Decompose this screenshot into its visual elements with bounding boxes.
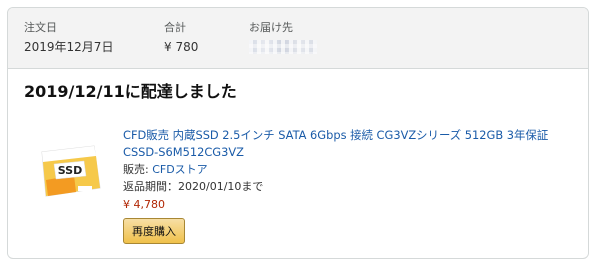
return-period: 返品期間：2020/01/10まで: [123, 180, 264, 193]
ssd-badge-text: SSD: [58, 164, 82, 177]
order-date-section: 注文日 2019年12月7日: [24, 21, 113, 56]
seller-link[interactable]: CFDストア: [152, 163, 207, 176]
seller-label: 販売:: [123, 163, 153, 176]
delivery-status-heading: 2019/12/11に配達しました: [24, 82, 237, 101]
order-total-label: 合計: [164, 21, 186, 34]
order-total-value: ¥ 780: [164, 40, 199, 54]
order-date-value: 2019年12月7日: [24, 40, 114, 54]
order-total-section: 合計 ¥ 780: [164, 21, 198, 56]
ship-to-section: お届け先: [249, 21, 317, 54]
ship-to-recipient-redacted[interactable]: [249, 40, 317, 54]
order-date-label: 注文日: [24, 21, 57, 34]
seller-line: 販売: CFDストア: [123, 161, 578, 178]
order-header: 注文日 2019年12月7日 合計 ¥ 780 お届け先: [8, 8, 588, 69]
ship-to-label: お届け先: [249, 21, 293, 34]
product-image[interactable]: SSD: [36, 142, 106, 200]
buy-again-button[interactable]: 再度購入: [123, 218, 185, 244]
item-price: ¥ 4,780: [123, 198, 165, 211]
ssd-product-icon: SSD: [41, 145, 101, 197]
item-info: CFD販売 内蔵SSD 2.5インチ SATA 6Gbps 接続 CG3VZシリ…: [123, 127, 578, 244]
product-title-link[interactable]: CFD販売 内蔵SSD 2.5インチ SATA 6Gbps 接続 CG3VZシリ…: [123, 127, 578, 161]
order-card: 注文日 2019年12月7日 合計 ¥ 780 お届け先 2019/12/11に…: [7, 7, 589, 259]
